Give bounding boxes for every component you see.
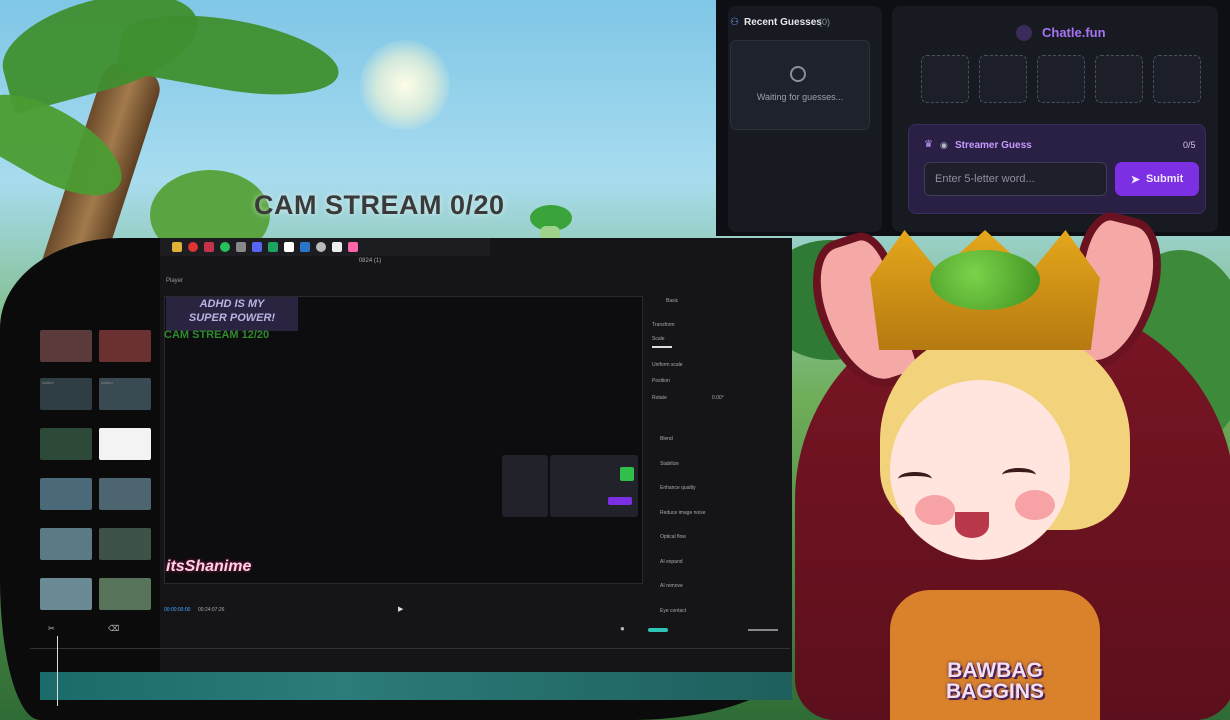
stabilize-label[interactable]: Stabilize	[660, 461, 679, 467]
timeline-toolbar: ✂ ⌫ ●	[8, 624, 788, 636]
cam-stream-counter: CAM STREAM 0/20	[254, 190, 505, 220]
eye-contact-label[interactable]: Eye contact	[660, 608, 686, 614]
app-icon[interactable]	[236, 242, 246, 252]
media-thumbnail[interactable]	[40, 578, 92, 610]
media-thumbnail[interactable]	[99, 330, 151, 362]
mini-chatle-preview	[550, 455, 638, 517]
streamer-guess-count: 0/5	[1183, 140, 1196, 150]
adhd-line-1: ADHD IS MY	[199, 298, 265, 310]
mini-green-tile	[620, 467, 634, 481]
steam-icon[interactable]	[300, 242, 310, 252]
pin-icon[interactable]	[204, 242, 214, 252]
blend-label[interactable]: Blend	[660, 436, 673, 442]
users-icon: ⚇	[730, 17, 739, 28]
reduce-noise-label[interactable]: Reduce image noise	[660, 510, 706, 516]
recent-guesses-title: Recent Guesses	[744, 17, 822, 28]
play-icon[interactable]: ▶	[398, 605, 403, 613]
shirt-line-1: BAWBAG	[947, 659, 1043, 682]
media-added-tag: Added	[101, 380, 113, 385]
media-thumbnail[interactable]	[40, 428, 92, 460]
rotate-label: Rotate	[652, 395, 667, 401]
whatsapp-icon[interactable]	[220, 242, 230, 252]
letter-slot	[1153, 55, 1201, 103]
transform-label[interactable]: Transform	[652, 322, 675, 328]
media-thumbnail[interactable]	[99, 428, 151, 460]
guess-input[interactable]	[924, 162, 1107, 196]
clock-icon	[790, 66, 806, 82]
rotate-value[interactable]: 0.00°	[712, 395, 724, 401]
scale-label: Scale	[652, 336, 665, 342]
app-icon[interactable]	[332, 242, 342, 252]
timecode-total: 00:24:07:26	[198, 607, 225, 613]
enhance-quality-label[interactable]: Enhance quality	[660, 485, 696, 491]
adhd-line-2: SUPER POWER!	[188, 312, 276, 324]
media-thumbnail[interactable]	[99, 478, 151, 510]
magnet-toggle[interactable]	[648, 628, 668, 632]
chatle-brand: Chatle.fun	[1042, 25, 1106, 40]
timeline-ruler	[30, 638, 790, 649]
zoom-slider[interactable]	[748, 629, 778, 631]
gamepad-icon: ◉	[940, 140, 948, 150]
crown-gem	[930, 250, 1040, 310]
shirt-print: BAWBAG BAGGINS	[905, 660, 1085, 702]
position-label: Position	[652, 378, 670, 384]
send-icon: ➤	[1130, 173, 1140, 186]
timeline-video-track[interactable]	[40, 672, 792, 700]
avatar-blush	[1015, 490, 1055, 520]
letter-slot	[921, 55, 969, 103]
letter-slot	[1095, 55, 1143, 103]
player-transport: 00:00:00:00 00:24:07:26 ▶	[164, 604, 641, 616]
recent-guesses-count: (0)	[819, 17, 830, 27]
ai-remove-label[interactable]: AI remove	[660, 583, 683, 589]
media-thumbnail[interactable]	[99, 578, 151, 610]
player-label: Player	[166, 278, 184, 284]
avatar-mouth	[955, 512, 989, 538]
preview-cam-counter: CAM STREAM 12/20	[164, 329, 270, 341]
project-title: 0824 (1)	[358, 258, 382, 264]
obs-icon[interactable]	[316, 242, 326, 252]
avatar-blush	[915, 495, 955, 525]
tab-basic[interactable]: Basic	[666, 298, 678, 304]
capcut-icon[interactable]	[284, 242, 294, 252]
delete-icon[interactable]: ⌫	[108, 624, 119, 633]
crown-icon: ♛	[924, 139, 933, 150]
adhd-overlay: ADHD IS MY SUPER POWER!	[166, 297, 298, 331]
app-icon[interactable]	[348, 242, 358, 252]
properties-panel: Basic Transform Scale Uniform scale Posi…	[646, 292, 791, 622]
chatle-logo-icon	[1016, 25, 1032, 41]
timecode-current: 00:00:00:00	[164, 607, 191, 613]
media-thumbnail[interactable]	[40, 478, 92, 510]
sun-glow	[360, 40, 450, 130]
scale-slider[interactable]	[652, 346, 672, 348]
channel-logo: itsShanime	[166, 558, 252, 575]
mini-chatle-preview	[502, 455, 548, 517]
chrome-icon[interactable]	[188, 242, 198, 252]
taskbar	[160, 238, 490, 256]
avatar-eye-right	[1002, 468, 1036, 482]
optical-flow-label[interactable]: Optical flow	[660, 534, 686, 540]
media-thumbnail[interactable]	[40, 330, 92, 362]
timeline-playhead[interactable]	[57, 636, 58, 706]
recent-guesses-list	[730, 40, 870, 130]
media-added-tag: Added	[42, 380, 54, 385]
folder-icon[interactable]	[172, 242, 182, 252]
spreadsheet-icon[interactable]	[268, 242, 278, 252]
discord-icon[interactable]	[252, 242, 262, 252]
split-icon[interactable]: ✂	[48, 624, 55, 633]
shirt-line-2: BAGGINS	[945, 680, 1044, 703]
submit-label: Submit	[1145, 173, 1184, 185]
letter-slot	[1037, 55, 1085, 103]
mic-icon[interactable]: ●	[620, 624, 625, 633]
submit-button[interactable]: ➤ Submit	[1115, 162, 1199, 196]
streamer-guess-title: Streamer Guess	[955, 140, 1032, 151]
letter-slot	[979, 55, 1027, 103]
media-thumbnail[interactable]	[99, 528, 151, 560]
ai-expand-label[interactable]: AI expand	[660, 559, 683, 565]
uniform-scale-label[interactable]: Uniform scale	[652, 362, 683, 368]
media-thumbnail[interactable]	[40, 528, 92, 560]
media-bin: Added Added	[36, 326, 154, 616]
avatar-eye-left	[898, 472, 932, 486]
waiting-message: Waiting for guesses...	[756, 92, 844, 102]
mini-submit	[608, 497, 632, 505]
